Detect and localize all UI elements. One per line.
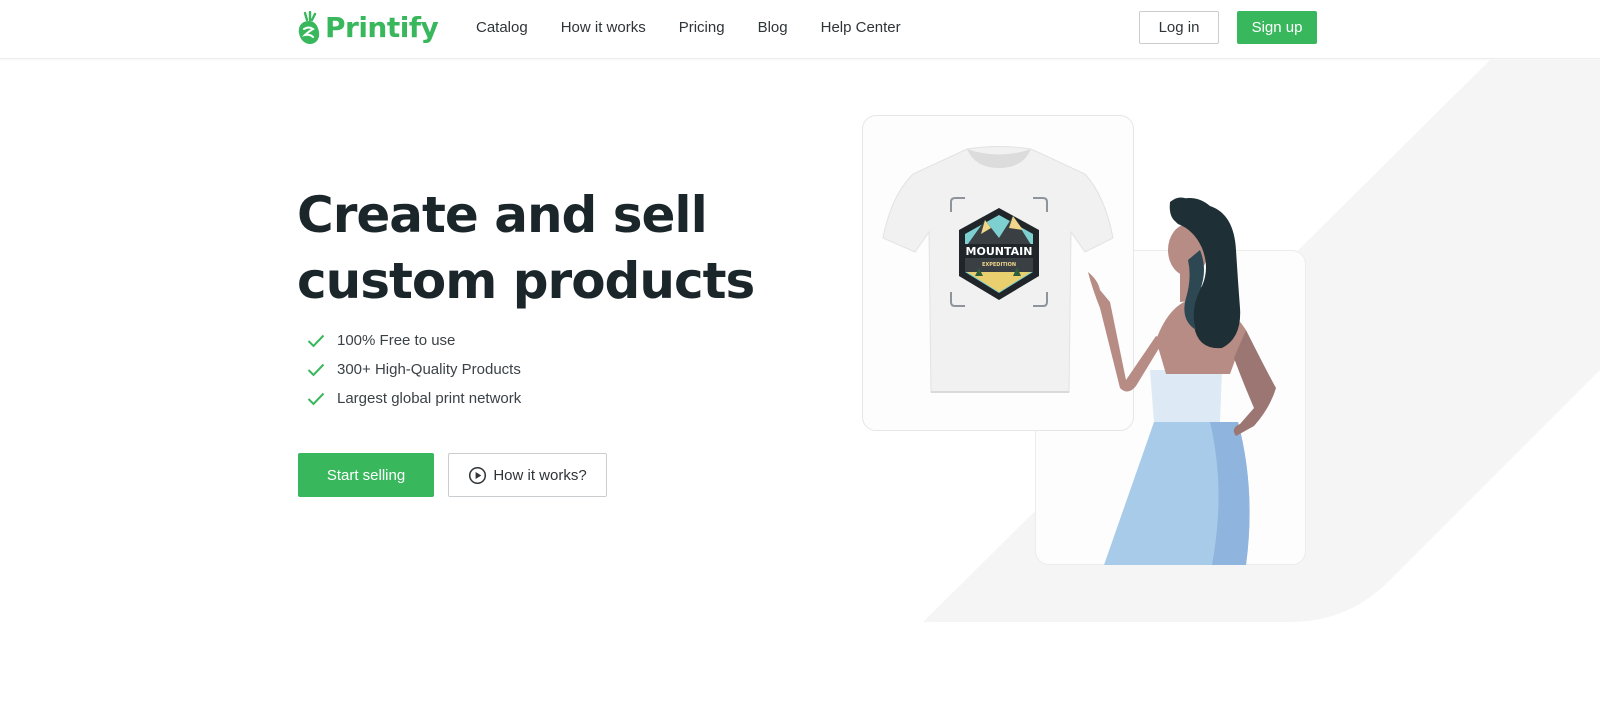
login-button[interactable]: Log in bbox=[1139, 11, 1219, 44]
how-it-works-button[interactable]: How it works? bbox=[448, 453, 607, 497]
pineapple-logo-icon bbox=[298, 11, 320, 44]
printify-logo[interactable]: Printify bbox=[297, 10, 439, 46]
feature-text: 300+ High-Quality Products bbox=[337, 361, 521, 378]
start-selling-button[interactable]: Start selling bbox=[298, 453, 434, 497]
check-icon bbox=[307, 392, 325, 405]
feature-list: 100% Free to use 300+ High-Quality Produ… bbox=[307, 326, 521, 413]
main-navigation: Catalog How it works Pricing Blog Help C… bbox=[476, 0, 934, 56]
woman-pointing-illustration bbox=[1088, 197, 1276, 565]
nav-item-catalog[interactable]: Catalog bbox=[476, 0, 528, 56]
feature-text: 100% Free to use bbox=[337, 332, 456, 349]
badge-title: MOUNTAIN bbox=[966, 245, 1033, 258]
feature-item: Largest global print network bbox=[307, 384, 521, 413]
background-diagonal-shape bbox=[923, 60, 1600, 622]
check-icon bbox=[307, 363, 325, 376]
feature-text: Largest global print network bbox=[337, 390, 522, 407]
nav-item-blog[interactable]: Blog bbox=[758, 0, 788, 56]
check-icon bbox=[307, 334, 325, 347]
badge-subtitle: EXPEDITION bbox=[982, 262, 1016, 268]
feature-item: 300+ High-Quality Products bbox=[307, 355, 521, 384]
hero-title-line-2: custom products bbox=[297, 252, 755, 310]
play-circle-icon bbox=[469, 466, 487, 484]
nav-item-help-center[interactable]: Help Center bbox=[821, 0, 901, 56]
how-it-works-label: How it works? bbox=[493, 466, 587, 484]
brand-name: Printify bbox=[325, 11, 439, 44]
feature-item: 100% Free to use bbox=[307, 326, 521, 355]
nav-item-how-it-works[interactable]: How it works bbox=[561, 0, 646, 56]
top-navigation-bar: Printify Catalog How it works Pricing Bl… bbox=[0, 0, 1600, 59]
hero-title-line-1: Create and sell bbox=[297, 186, 708, 244]
nav-item-pricing[interactable]: Pricing bbox=[679, 0, 725, 56]
hero-title: Create and sell custom products bbox=[297, 182, 777, 314]
signup-button[interactable]: Sign up bbox=[1237, 11, 1317, 44]
